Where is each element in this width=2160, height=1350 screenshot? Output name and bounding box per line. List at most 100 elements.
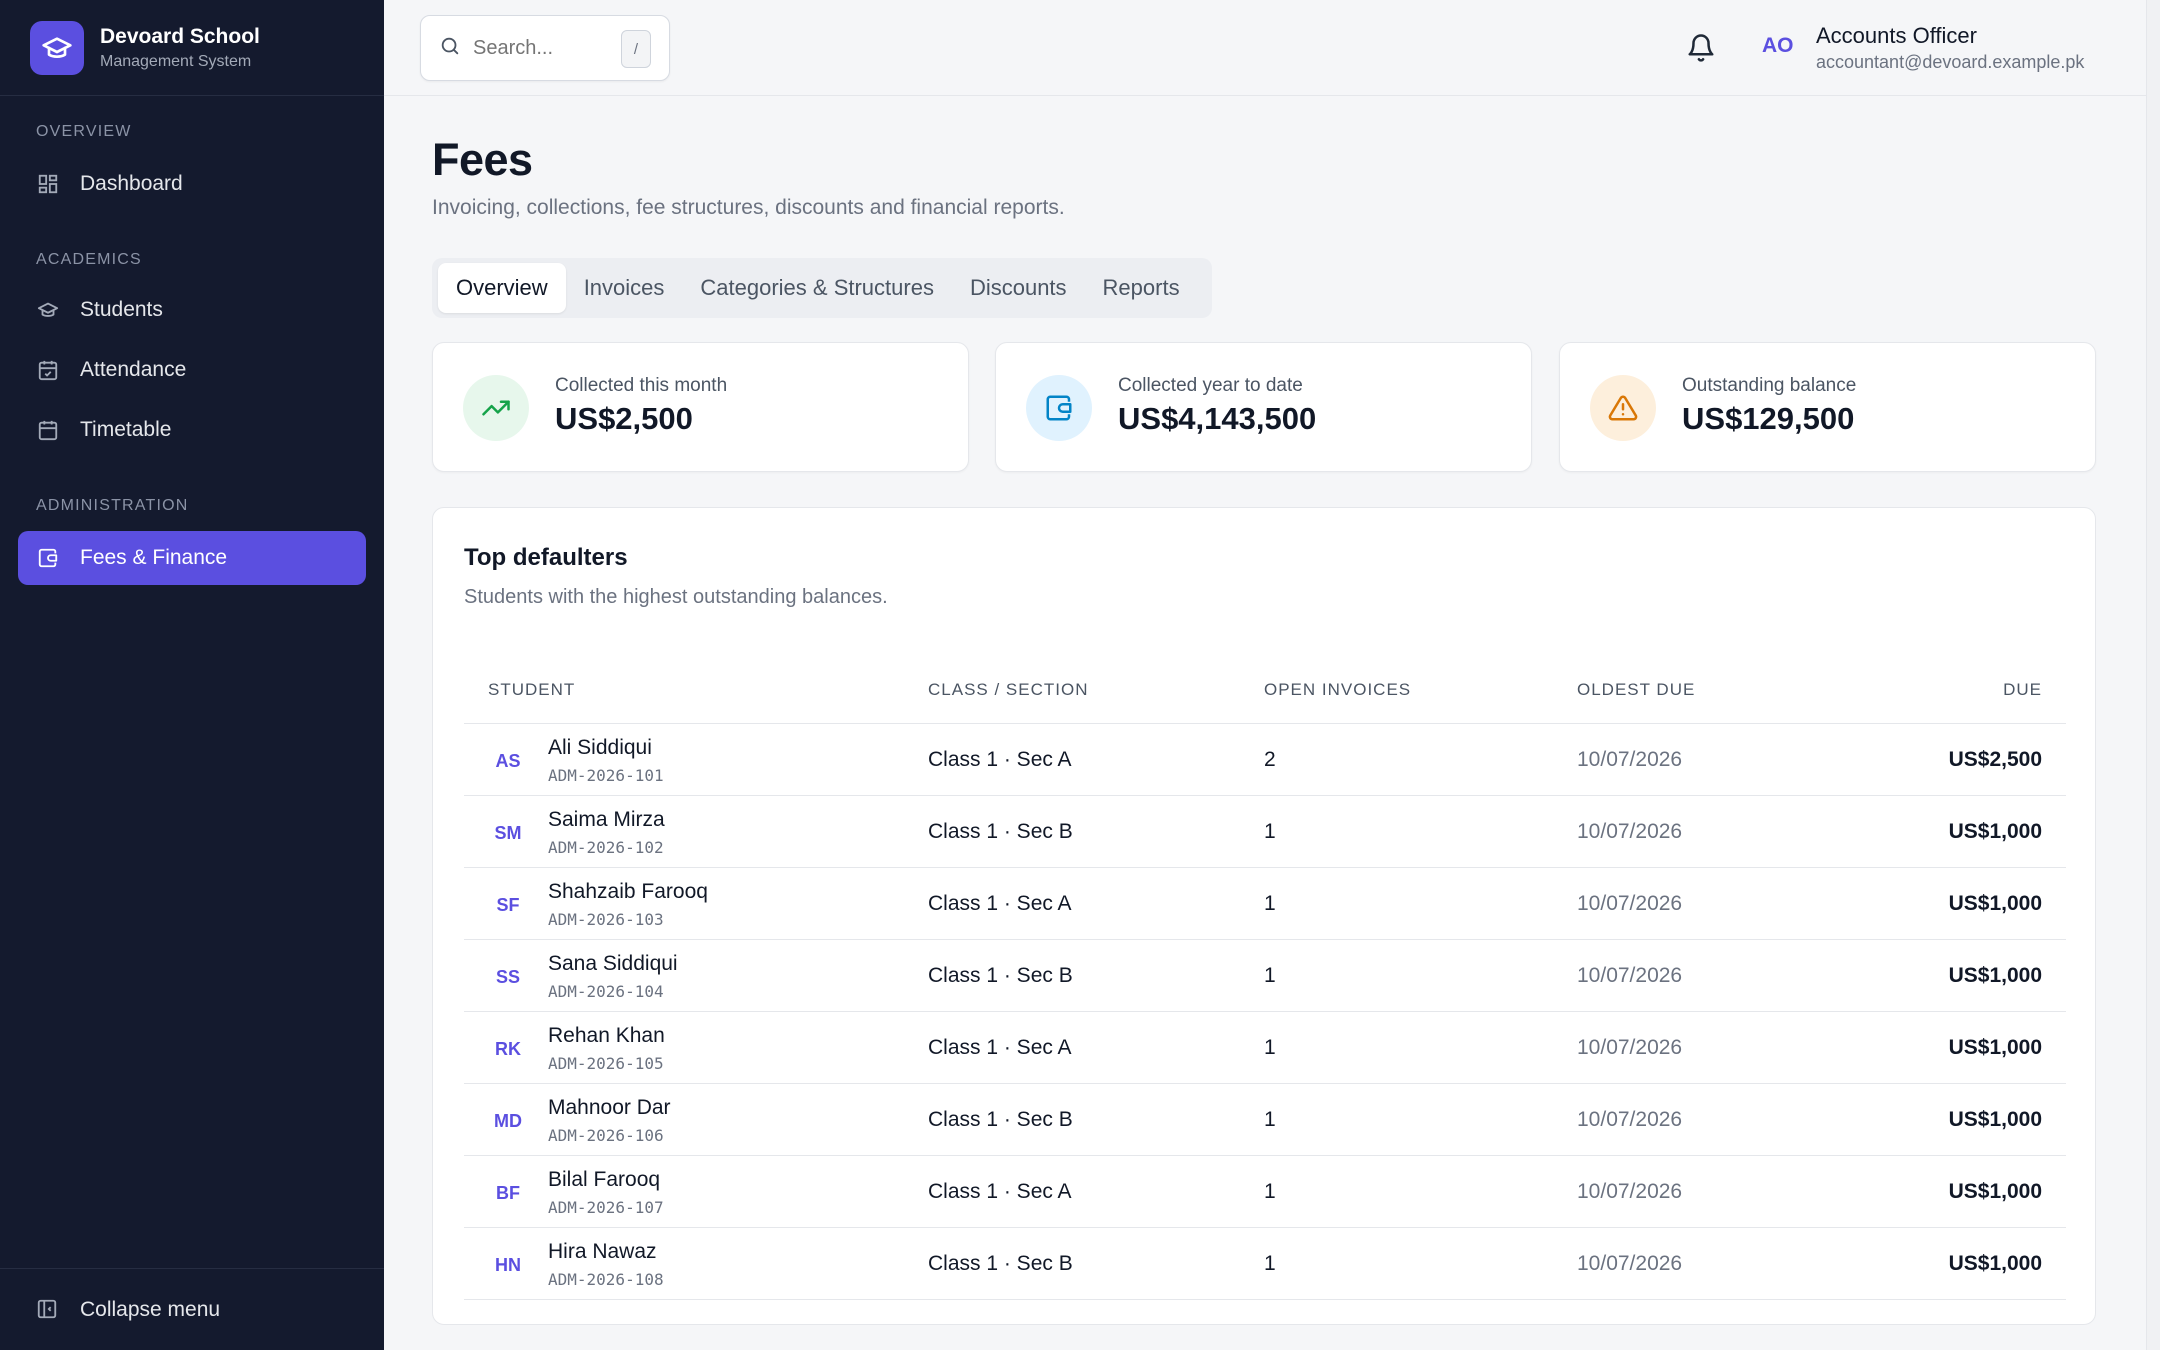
open-invoices-count: 1 <box>1264 892 1276 915</box>
student-admission-id: ADM-2026-104 <box>548 982 664 1001</box>
due-amount: US$1,000 <box>1948 1180 2042 1203</box>
sidebar-item-students[interactable]: Students <box>18 283 366 337</box>
column-header-class[interactable]: CLASS / SECTION <box>928 680 1088 700</box>
class-section: Class 1 · Sec B <box>928 964 1073 987</box>
oldest-due-date: 10/07/2026 <box>1577 820 1683 843</box>
open-invoices-count: 1 <box>1264 1036 1276 1059</box>
sidebar-item-fees-finance[interactable]: Fees & Finance <box>18 531 366 585</box>
avatar-initials: SM <box>494 823 522 843</box>
due-amount: US$1,000 <box>1948 820 2042 843</box>
column-header-open-invoices[interactable]: OPEN INVOICES <box>1264 680 1411 700</box>
student-name[interactable]: Hira Nawaz <box>548 1240 657 1264</box>
stat-card-collected-month: Collected this month US$2,500 <box>432 342 969 472</box>
tab-overview[interactable]: Overview <box>438 263 566 313</box>
open-invoices-count: 1 <box>1264 1108 1276 1131</box>
oldest-due-date: 10/07/2026 <box>1577 748 1683 771</box>
student-name[interactable]: Sana Siddiqui <box>548 952 678 976</box>
avatar-initials: AS <box>495 751 521 771</box>
nav-section-academics: ACADEMICS <box>36 251 142 268</box>
sidebar-item-label: Dashboard <box>80 172 183 195</box>
student-name[interactable]: Rehan Khan <box>548 1024 665 1048</box>
sidebar-item-label: Students <box>80 298 163 321</box>
sidebar: Devoard School Management System OVERVIE… <box>0 0 384 1350</box>
table-row[interactable]: SS Sana Siddiqui ADM-2026-104 Class 1 · Sec… <box>464 940 2066 1012</box>
due-amount: US$1,000 <box>1948 1036 2042 1059</box>
table-row[interactable]: BF Bilal Farooq ADM-2026-107 Class 1 · Sec … <box>464 1156 2066 1228</box>
sidebar-item-label: Fees & Finance <box>80 546 228 569</box>
table-row[interactable]: HN Hira Nawaz ADM-2026-108 Class 1 · Sec B 1… <box>464 1228 2066 1300</box>
avatar[interactable]: AO <box>1762 34 1794 58</box>
alert-triangle-icon <box>1590 375 1656 441</box>
search-shortcut-key: / <box>621 30 651 68</box>
stat-value: US$129,500 <box>1682 401 1855 436</box>
tab-invoices[interactable]: Invoices <box>566 263 683 313</box>
page-title: Fees <box>432 134 533 185</box>
stat-value: US$4,143,500 <box>1118 401 1317 436</box>
tab-discounts[interactable]: Discounts <box>952 263 1085 313</box>
sidebar-collapse-icon <box>36 1298 60 1322</box>
tab-categories-structures[interactable]: Categories & Structures <box>682 263 952 313</box>
class-section: Class 1 · Sec A <box>928 748 1072 771</box>
table-row[interactable]: RK Rehan Khan ADM-2026-105 Class 1 · Sec A 1… <box>464 1012 2066 1084</box>
bell-icon[interactable] <box>1686 32 1716 64</box>
sidebar-item-label: Timetable <box>80 418 172 441</box>
student-name[interactable]: Ali Siddiqui <box>548 736 652 760</box>
calendar-check-icon <box>36 358 60 382</box>
class-section: Class 1 · Sec A <box>928 1036 1072 1059</box>
sidebar-item-attendance[interactable]: Attendance <box>18 343 366 397</box>
class-section: Class 1 · Sec A <box>928 892 1072 915</box>
brand[interactable]: Devoard School Management System <box>0 0 384 96</box>
panel-subtitle: Students with the highest outstanding ba… <box>464 586 888 608</box>
column-header-oldest-due[interactable]: OLDEST DUE <box>1577 680 1695 700</box>
open-invoices-count: 1 <box>1264 820 1276 843</box>
student-admission-id: ADM-2026-106 <box>548 1126 664 1145</box>
page-subtitle: Invoicing, collections, fee structures, … <box>432 196 1065 219</box>
class-section: Class 1 · Sec B <box>928 820 1073 843</box>
oldest-due-date: 10/07/2026 <box>1577 1108 1683 1131</box>
calendar-icon <box>36 418 60 442</box>
student-name[interactable]: Mahnoor Dar <box>548 1096 671 1120</box>
graduation-cap-icon <box>36 298 60 322</box>
column-header-student[interactable]: STUDENT <box>488 680 575 700</box>
student-admission-id: ADM-2026-105 <box>548 1054 664 1073</box>
table-row[interactable]: AS Ali Siddiqui ADM-2026-101 Class 1 · Sec … <box>464 724 2066 796</box>
column-header-due[interactable]: DUE <box>2003 680 2042 700</box>
tab-reports[interactable]: Reports <box>1085 263 1198 313</box>
stat-label: Outstanding balance <box>1682 375 1857 396</box>
student-admission-id: ADM-2026-103 <box>548 910 664 929</box>
user-name: Accounts Officer <box>1816 23 1977 48</box>
student-admission-id: ADM-2026-108 <box>548 1270 664 1289</box>
table-row[interactable]: SM Saima Mirza ADM-2026-102 Class 1 · Sec B… <box>464 796 2066 868</box>
avatar-initials: HN <box>495 1255 521 1275</box>
student-admission-id: ADM-2026-102 <box>548 838 664 857</box>
fees-tabs: Overview Invoices Categories & Structure… <box>432 258 1212 318</box>
nav-section-overview: OVERVIEW <box>36 123 132 140</box>
due-amount: US$1,000 <box>1948 1252 2042 1275</box>
collapse-menu-button[interactable]: Collapse menu <box>0 1268 384 1350</box>
student-admission-id: ADM-2026-101 <box>548 766 664 785</box>
collapse-menu-label: Collapse menu <box>80 1297 221 1321</box>
search-input[interactable] <box>473 36 613 60</box>
oldest-due-date: 10/07/2026 <box>1577 1036 1683 1059</box>
search-box[interactable]: / <box>420 15 670 81</box>
scrollbar[interactable] <box>2146 0 2160 1350</box>
avatar-initials: MD <box>494 1111 522 1131</box>
student-name[interactable]: Bilal Farooq <box>548 1168 660 1192</box>
open-invoices-count: 2 <box>1264 748 1276 771</box>
oldest-due-date: 10/07/2026 <box>1577 1180 1683 1203</box>
avatar-initials: SS <box>495 967 520 987</box>
student-admission-id: ADM-2026-107 <box>548 1198 664 1217</box>
table-header: STUDENT CLASS / SECTION OPEN INVOICES OL… <box>464 658 2066 724</box>
sidebar-item-dashboard[interactable]: Dashboard <box>18 157 366 211</box>
avatar-initials: RK <box>495 1039 521 1059</box>
student-name[interactable]: Shahzaib Farooq <box>548 880 708 904</box>
table-row[interactable]: MD Mahnoor Dar ADM-2026-106 Class 1 · Sec B… <box>464 1084 2066 1156</box>
due-amount: US$2,500 <box>1948 748 2042 771</box>
due-amount: US$1,000 <box>1948 1108 2042 1131</box>
table-row[interactable]: SF Shahzaib Farooq ADM-2026-103 Class 1 · S… <box>464 868 2066 940</box>
top-defaulters-panel: Top defaulters Students with the highest… <box>432 507 2096 1325</box>
sidebar-item-timetable[interactable]: Timetable <box>18 403 366 457</box>
trending-up-icon <box>463 375 529 441</box>
student-name[interactable]: Saima Mirza <box>548 808 665 832</box>
user-email: accountant@devoard.example.pk <box>1816 52 2085 72</box>
